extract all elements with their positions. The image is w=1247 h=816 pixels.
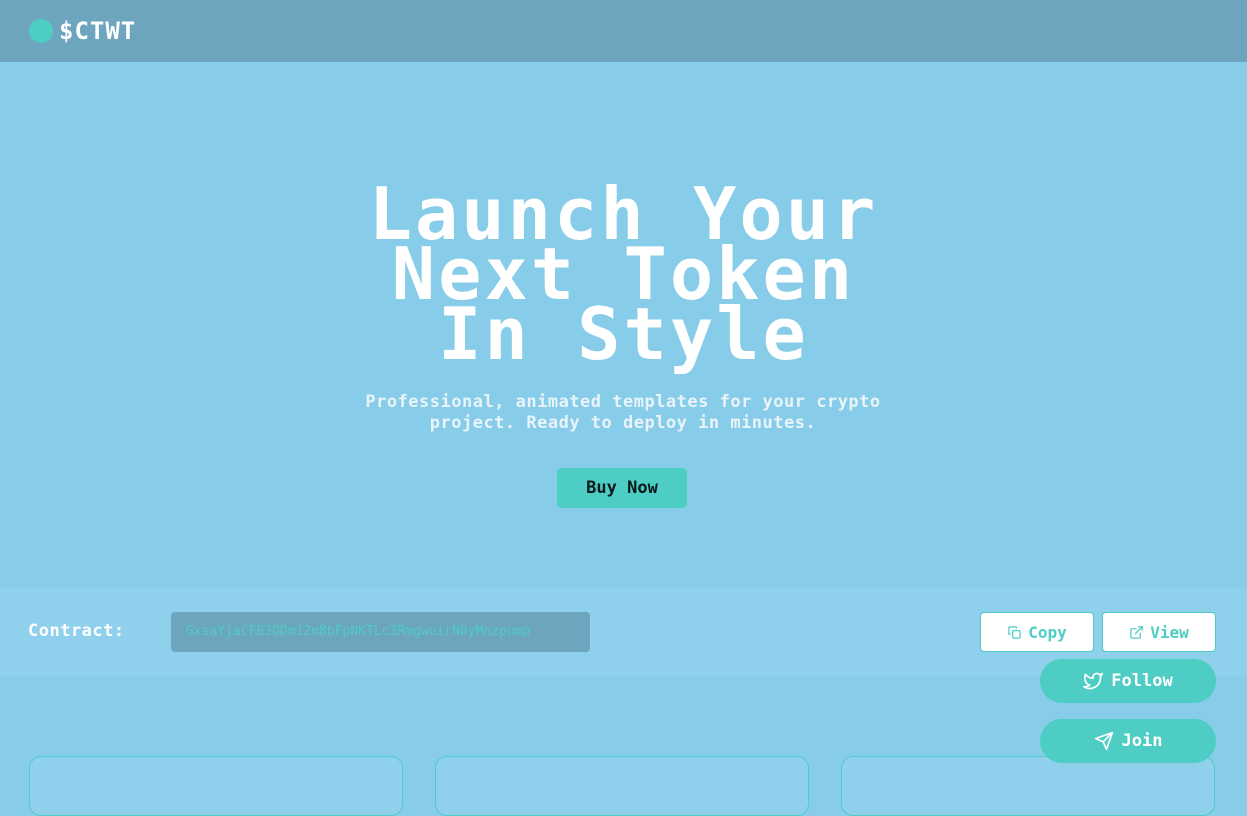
hero-title: Launch Your Next Token In Style xyxy=(0,178,1247,376)
contract-label: Contract: xyxy=(28,621,125,641)
feature-card-2 xyxy=(435,756,809,816)
view-button-label: View xyxy=(1150,622,1189,642)
telegram-send-icon xyxy=(1094,731,1114,751)
brand-name[interactable]: $CTWT xyxy=(59,17,136,45)
join-button[interactable]: Join xyxy=(1040,719,1216,763)
join-button-label: Join xyxy=(1121,731,1163,751)
hero-subtitle-line-1: Professional, animated templates for you… xyxy=(365,392,881,412)
navbar: $CTWT xyxy=(0,0,1247,62)
follow-button[interactable]: Follow xyxy=(1040,659,1216,703)
circle-logo-icon[interactable] xyxy=(29,19,53,43)
feature-card-3 xyxy=(841,756,1215,816)
hero-section: Launch Your Next Token In Style Professi… xyxy=(0,62,1247,588)
copy-icon xyxy=(1007,625,1022,640)
follow-button-label: Follow xyxy=(1111,671,1173,691)
hero-title-line-3: In Style xyxy=(438,292,809,376)
copy-button-label: Copy xyxy=(1028,622,1067,642)
twitter-icon xyxy=(1083,671,1104,691)
view-button[interactable]: View xyxy=(1102,612,1216,652)
hero-subtitle: Professional, animated templates for you… xyxy=(273,392,973,434)
hero-subtitle-line-2: project. Ready to deploy in minutes. xyxy=(429,413,817,433)
buy-now-button[interactable]: Buy Now xyxy=(557,468,687,508)
external-link-icon xyxy=(1129,625,1144,640)
feature-card-1 xyxy=(29,756,403,816)
contract-address-field[interactable]: GxsaYjaCFB3DDm12m8bFpNKTLc3RmgwuirN8yMnz… xyxy=(171,612,590,652)
copy-button[interactable]: Copy xyxy=(980,612,1094,652)
